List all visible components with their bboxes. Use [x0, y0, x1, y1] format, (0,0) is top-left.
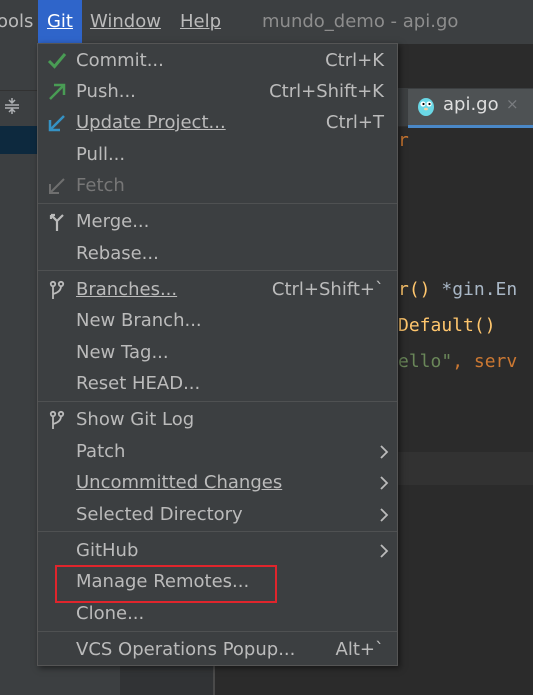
menu-separator	[38, 401, 397, 402]
menu-item-push[interactable]: Push... Ctrl+Shift+K	[38, 76, 397, 107]
branch-icon	[46, 279, 68, 301]
go-file-icon	[416, 95, 436, 117]
menu-item-label: Merge...	[76, 211, 150, 232]
menu-help[interactable]: Help	[180, 10, 221, 34]
close-icon[interactable]: ×	[506, 95, 519, 113]
menu-item-label: Pull...	[76, 144, 126, 165]
label-text: Commit...	[76, 50, 164, 71]
shortcut-label: Ctrl+Shift+`	[271, 279, 384, 300]
menu-item-commit[interactable]: Commit... Ctrl+K	[38, 45, 397, 76]
project-tree-selected-row[interactable]	[0, 126, 37, 154]
code-fragment: r()	[398, 279, 442, 300]
menu-item-update-project[interactable]: Update Project... Ctrl+T	[38, 107, 397, 138]
menu-item-github[interactable]: GitHub	[38, 535, 397, 566]
menu-item-label: Fetch	[76, 175, 125, 196]
menu-item-label: Push...	[76, 81, 136, 102]
menu-separator	[38, 203, 397, 204]
push-arrow-icon	[46, 81, 68, 103]
menu-item-new-branch[interactable]: New Branch...	[38, 305, 397, 336]
menu-item-label: Update Project...	[76, 112, 226, 133]
chevron-right-icon	[377, 444, 391, 460]
chevron-right-icon	[377, 543, 391, 559]
shortcut-label: Ctrl+T	[325, 112, 384, 133]
shortcut-label: Ctrl+K	[325, 50, 384, 71]
menu-item-label: Reset HEAD...	[76, 373, 201, 394]
bottom-left-panel	[0, 665, 120, 695]
annotation-highlight-box	[55, 565, 277, 603]
menu-item-label: Branches...	[76, 279, 178, 300]
menu-item-rebase[interactable]: Rebase...	[38, 238, 397, 269]
code-line: r	[398, 130, 409, 151]
menu-item-label: Clone...	[76, 603, 145, 624]
window-title: mundo_demo - api.go	[262, 11, 459, 32]
menu-item-label: New Tag...	[76, 342, 169, 363]
code-line: r() *gin.En	[398, 279, 517, 300]
menu-item-label: New Branch...	[76, 310, 202, 331]
menu-item-label: GitHub	[76, 540, 139, 561]
menu-separator	[38, 270, 397, 271]
menu-item-reset-head[interactable]: Reset HEAD...	[38, 368, 397, 399]
menu-item-label: Selected Directory	[76, 504, 243, 525]
menu-item-vcs-operations-popup[interactable]: VCS Operations Popup... Alt+`	[38, 634, 397, 665]
menu-item-label: Patch	[76, 441, 126, 462]
menu-item-merge[interactable]: Merge...	[38, 206, 397, 237]
code-line: ello", serv	[398, 351, 517, 372]
check-icon	[46, 50, 68, 72]
menu-tools[interactable]: ools	[0, 10, 33, 34]
code-editor[interactable]	[398, 127, 533, 695]
shortcut-label: Ctrl+Shift+K	[269, 81, 384, 102]
menu-git-label: Git	[46, 11, 73, 32]
collapse-all-icon[interactable]	[2, 96, 22, 120]
menu-window-label: Window	[90, 11, 161, 32]
menu-item-branches[interactable]: Branches... Ctrl+Shift+`	[38, 274, 397, 305]
bottom-gutter	[120, 665, 213, 695]
code-fragment: , serv	[452, 351, 518, 372]
editor-current-line	[398, 452, 533, 485]
shortcut-label: Alt+`	[335, 639, 384, 660]
code-line: Default()	[398, 315, 496, 336]
code-fragment: ello"	[398, 351, 453, 372]
project-tool-header	[0, 44, 37, 91]
tab-label: api.go	[443, 94, 499, 115]
code-fragment: *gin.En	[441, 279, 518, 300]
menu-separator	[38, 531, 397, 532]
fetch-arrow-icon	[46, 175, 68, 197]
branch-icon	[46, 409, 68, 431]
menu-git[interactable]: Git	[38, 0, 82, 44]
menu-item-label: Show Git Log	[76, 409, 195, 430]
menu-item-label: Rebase...	[76, 243, 159, 264]
chevron-right-icon	[377, 507, 391, 523]
menu-window[interactable]: Window	[90, 10, 161, 34]
menu-item-patch[interactable]: Patch	[38, 436, 397, 467]
menubar: ools Git Window Help mundo_demo - api.go	[0, 0, 533, 44]
menu-item-pull[interactable]: Pull...	[38, 139, 397, 170]
chevron-right-icon	[377, 475, 391, 491]
menu-item-label: VCS Operations Popup...	[76, 639, 296, 660]
menu-separator	[38, 631, 397, 632]
menu-item-uncommitted-changes[interactable]: Uncommitted Changes	[38, 467, 397, 498]
merge-icon	[46, 211, 68, 233]
menu-item-label: Uncommitted Changes	[76, 472, 283, 493]
divider	[213, 665, 215, 695]
menu-item-fetch: Fetch	[38, 170, 397, 201]
menu-item-selected-directory[interactable]: Selected Directory	[38, 499, 397, 530]
menu-item-show-git-log[interactable]: Show Git Log	[38, 404, 397, 435]
update-arrow-icon	[46, 112, 68, 134]
menu-help-label: Help	[180, 11, 222, 32]
menu-item-label: Commit...	[76, 50, 164, 71]
menu-item-new-tag[interactable]: New Tag...	[38, 337, 397, 368]
